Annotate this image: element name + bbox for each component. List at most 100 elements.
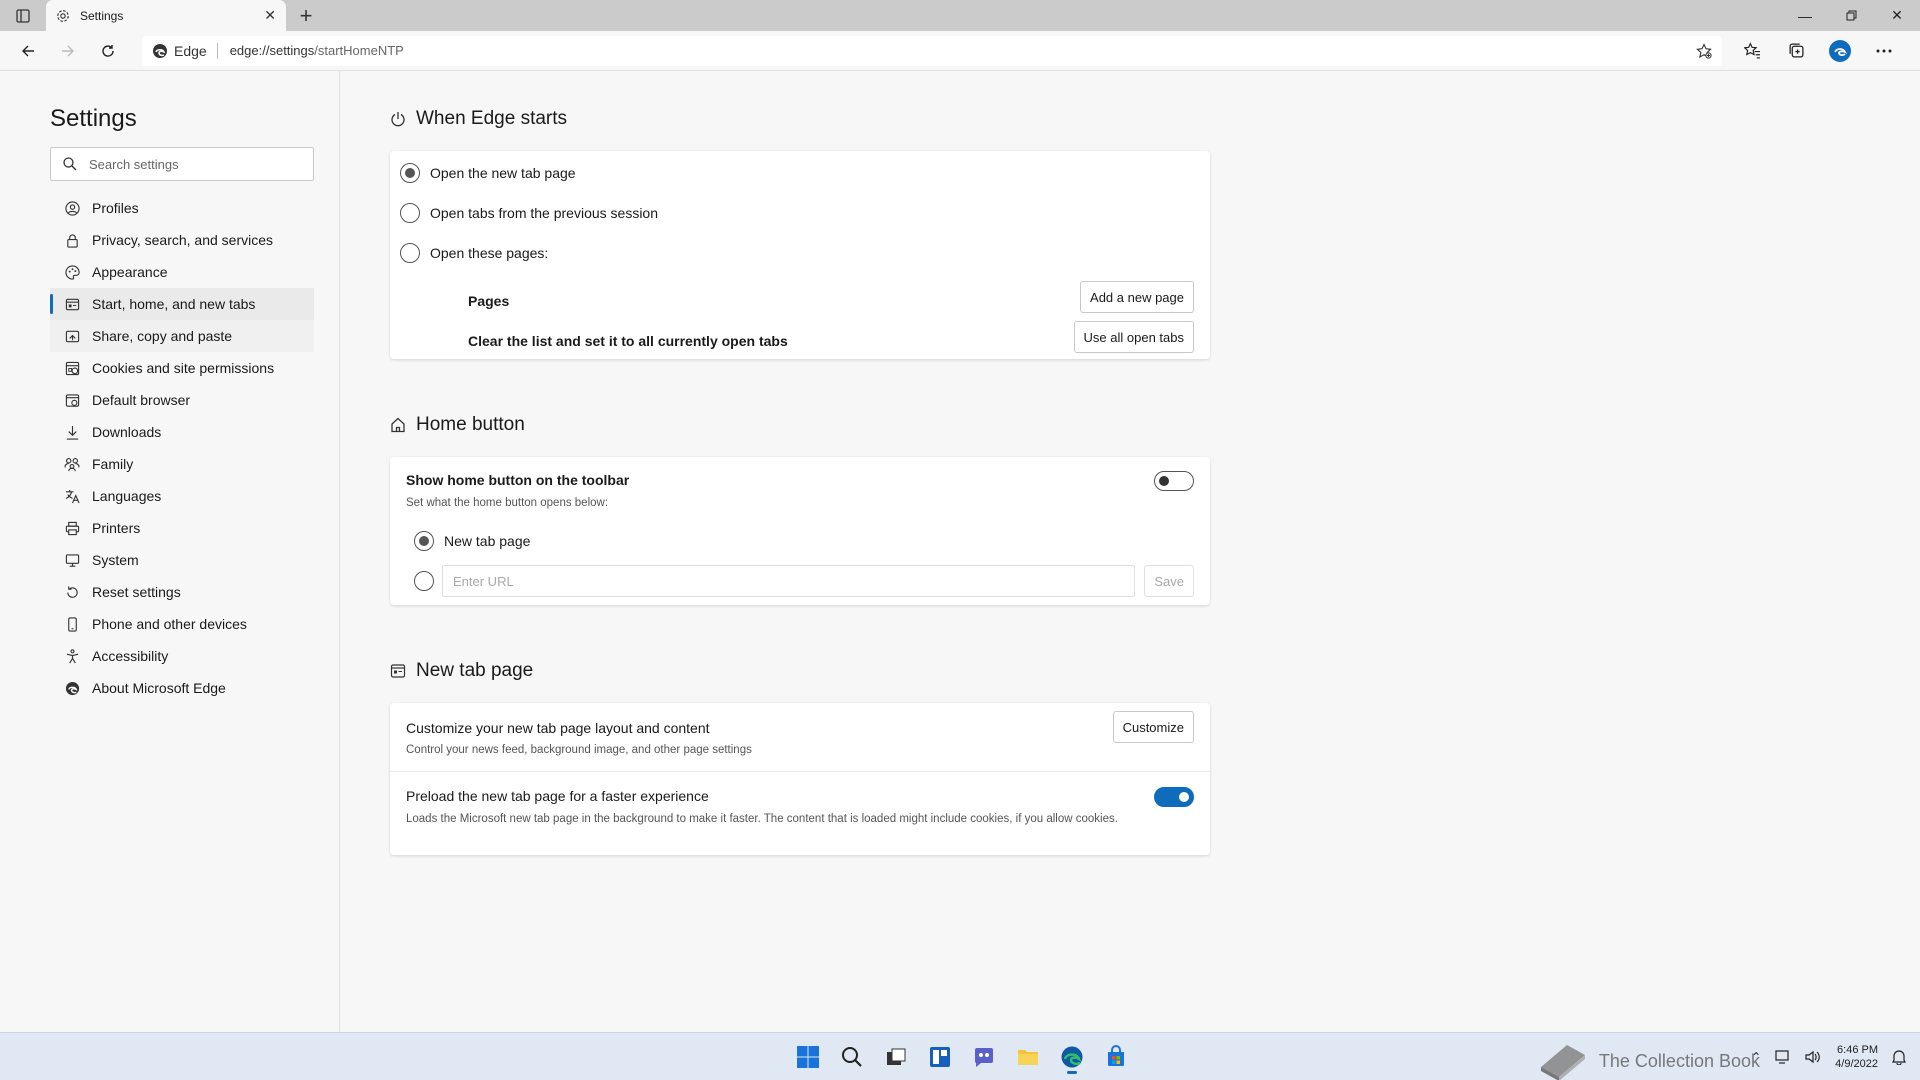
- volume-icon[interactable]: [1805, 1050, 1821, 1064]
- radio-button[interactable]: [414, 531, 434, 551]
- profile-button[interactable]: [1820, 35, 1860, 67]
- search-settings-input[interactable]: Search settings: [50, 147, 314, 181]
- clock-time: 6:46 PM: [1837, 1044, 1878, 1056]
- radio-home-new-tab[interactable]: New tab page: [414, 531, 530, 551]
- sidebar-item-label: Family: [92, 456, 134, 472]
- forward-button[interactable]: [48, 35, 88, 67]
- download-icon: [64, 424, 80, 440]
- store-button[interactable]: [1098, 1039, 1134, 1075]
- sidebar-item-default-browser[interactable]: Default browser: [50, 384, 314, 416]
- customize-button[interactable]: Customize: [1112, 711, 1194, 743]
- home-url-input[interactable]: Enter URL: [442, 565, 1135, 597]
- sidebar-item-start-home-new-tabs[interactable]: Start, home, and new tabs: [50, 288, 314, 320]
- sidebar-item-label: About Microsoft Edge: [92, 680, 226, 696]
- preload-description: Loads the Microsoft new tab page in the …: [406, 813, 1118, 825]
- settings-sidebar: Settings Search settings Profiles Privac…: [0, 71, 340, 1032]
- toggle-knob: [1179, 792, 1189, 802]
- section-title: New tab page: [416, 660, 534, 681]
- palette-icon: [64, 264, 80, 280]
- new-tab-page-icon: [390, 664, 406, 678]
- url-path: /startHomeNTP: [314, 43, 404, 58]
- close-window-button[interactable]: ✕: [1874, 0, 1920, 31]
- refresh-button[interactable]: [88, 35, 128, 67]
- sidebar-item-appearance[interactable]: Appearance: [50, 256, 314, 288]
- store-icon: [1108, 1045, 1124, 1066]
- section-title: Home button: [416, 414, 525, 435]
- clock[interactable]: 6:46 PM 4/9/2022: [1835, 1043, 1878, 1071]
- radio-open-these-pages[interactable]: Open these pages:: [400, 243, 548, 263]
- address-bar[interactable]: Edge edge://settings/startHomeNTP: [142, 35, 1722, 66]
- tab-actions-icon: [16, 8, 30, 23]
- sidebar-item-label: Default browser: [92, 392, 191, 408]
- radio-open-previous-session[interactable]: Open tabs from the previous session: [400, 203, 658, 223]
- restore-icon: [1846, 10, 1856, 21]
- url-placeholder: Enter URL: [453, 573, 514, 589]
- languages-icon: [64, 488, 80, 504]
- sidebar-item-label: Share, copy and paste: [92, 328, 233, 344]
- minimize-button[interactable]: —: [1782, 0, 1828, 31]
- chat-icon: [974, 1048, 993, 1067]
- sidebar-item-system[interactable]: System: [50, 544, 314, 576]
- new-tab-button[interactable]: +: [286, 0, 326, 31]
- windows-logo-icon: [797, 1046, 819, 1068]
- sidebar-item-family[interactable]: Family: [50, 448, 314, 480]
- url-text[interactable]: edge://settings/startHomeNTP: [230, 43, 1696, 58]
- notification-bell-icon[interactable]: [1892, 1049, 1906, 1065]
- taskbar-search-button[interactable]: [834, 1039, 870, 1075]
- radio-button[interactable]: [400, 243, 420, 263]
- power-icon: [391, 112, 405, 127]
- radio-label: Open the new tab page: [430, 165, 576, 181]
- sidebar-item-accessibility[interactable]: Accessibility: [50, 640, 314, 672]
- home-button-toggle[interactable]: [1154, 471, 1194, 491]
- sidebar-item-phone-devices[interactable]: Phone and other devices: [50, 608, 314, 640]
- more-menu-button[interactable]: [1864, 35, 1904, 67]
- sidebar-item-privacy[interactable]: Privacy, search, and services: [50, 224, 314, 256]
- home-icon: [391, 417, 405, 433]
- new-tab-page-card: Customize your new tab page layout and c…: [390, 703, 1210, 855]
- radio-button[interactable]: [414, 571, 434, 591]
- sidebar-item-languages[interactable]: Languages: [50, 480, 314, 512]
- start-button[interactable]: [790, 1039, 826, 1075]
- add-new-page-button[interactable]: Add a new page: [1080, 281, 1194, 313]
- radio-button[interactable]: [400, 203, 420, 223]
- preload-toggle[interactable]: [1154, 787, 1194, 807]
- sidebar-item-reset[interactable]: Reset settings: [50, 576, 314, 608]
- section-title: When Edge starts: [416, 108, 568, 129]
- sidebar-item-about[interactable]: About Microsoft Edge: [50, 672, 314, 704]
- sidebar-item-downloads[interactable]: Downloads: [50, 416, 314, 448]
- radio-button[interactable]: [400, 163, 420, 183]
- task-view-button[interactable]: [878, 1039, 914, 1075]
- widgets-button[interactable]: [922, 1039, 958, 1075]
- file-explorer-button[interactable]: [1010, 1039, 1046, 1075]
- address-toolbar: Edge edge://settings/startHomeNTP: [0, 31, 1920, 71]
- edge-taskbar-button[interactable]: [1054, 1039, 1090, 1075]
- collections-button[interactable]: [1776, 35, 1816, 67]
- url-host: edge://settings: [229, 43, 315, 58]
- back-button[interactable]: [8, 35, 48, 67]
- collections-icon: [1788, 43, 1804, 58]
- sidebar-item-share-copy-paste[interactable]: Share, copy and paste: [50, 320, 314, 352]
- tab-settings[interactable]: Settings ✕: [46, 0, 286, 31]
- radio-label: New tab page: [444, 533, 531, 549]
- restore-button[interactable]: [1828, 0, 1874, 31]
- close-tab-icon[interactable]: ✕: [264, 7, 276, 24]
- sidebar-item-printers[interactable]: Printers: [50, 512, 314, 544]
- refresh-icon: [102, 44, 114, 57]
- network-icon[interactable]: [1775, 1050, 1791, 1064]
- favorites-button[interactable]: [1732, 35, 1772, 67]
- chevron-up-icon[interactable]: ⌃: [1751, 1050, 1761, 1064]
- use-all-open-tabs-button[interactable]: Use all open tabs: [1073, 321, 1194, 353]
- tab-actions-button[interactable]: [0, 0, 46, 31]
- radio-open-new-tab[interactable]: Open the new tab page: [400, 163, 576, 183]
- sidebar-item-cookies[interactable]: Cookies and site permissions: [50, 352, 314, 384]
- sidebar-item-profiles[interactable]: Profiles: [50, 192, 314, 224]
- save-url-button[interactable]: Save: [1144, 565, 1194, 597]
- back-arrow-icon: [22, 45, 34, 56]
- radio-home-url[interactable]: [414, 571, 434, 591]
- chat-button[interactable]: [966, 1039, 1002, 1075]
- sidebar-item-label: Profiles: [92, 200, 139, 216]
- preload-title: Preload the new tab page for a faster ex…: [406, 788, 709, 804]
- search-icon: [842, 1047, 862, 1067]
- site-info[interactable]: Edge: [152, 42, 218, 59]
- add-favorite-icon[interactable]: [1696, 42, 1712, 59]
